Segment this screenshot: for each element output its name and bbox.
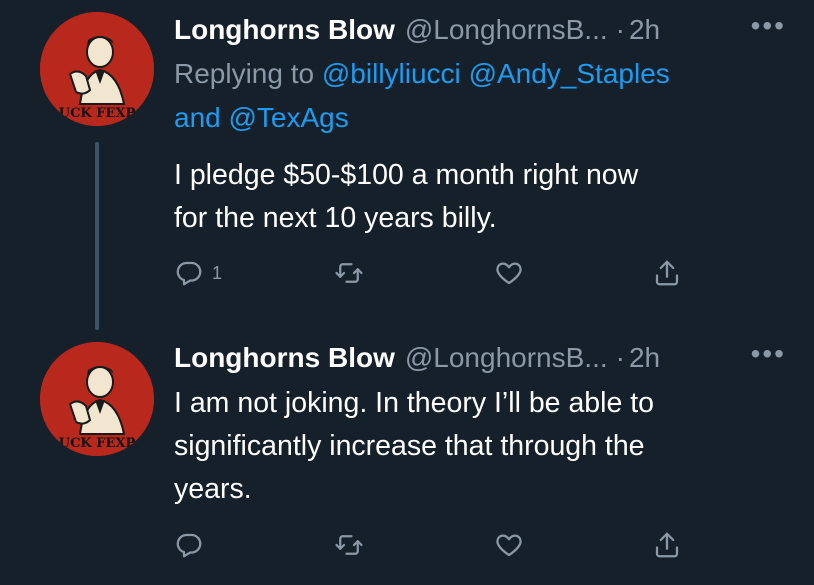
avatar[interactable]: UCK FEXP (40, 12, 154, 126)
handle[interactable]: @LonghornsB... (405, 342, 608, 374)
avatar[interactable]: UCK FEXP (40, 342, 154, 456)
retweet-button[interactable] (334, 527, 364, 563)
and-word: and (174, 102, 221, 133)
separator-dot: · (615, 14, 625, 45)
mention-link[interactable]: @TexAgs (229, 102, 349, 133)
avatar-image: UCK FEXP (40, 342, 154, 456)
separator-dot: · (615, 342, 625, 373)
tweet-header: Longhorns Blow @LonghornsB... · 2h (174, 340, 660, 376)
action-bar: 1 (174, 255, 694, 291)
heart-icon (496, 262, 522, 285)
handle[interactable]: @LonghornsB... (405, 14, 608, 46)
action-bar (174, 527, 694, 563)
heart-icon (496, 534, 522, 557)
tweet-text-line: for the next 10 years billy. (174, 202, 497, 234)
share-button[interactable] (652, 255, 682, 291)
share-icon (655, 532, 679, 558)
tweet-text-line: I am not joking. In theory I’ll be able … (174, 387, 655, 419)
tweet-text-line: I pledge $50-$100 a month right now (174, 159, 639, 191)
reply-icon (176, 533, 202, 558)
reply-button[interactable] (174, 527, 212, 563)
reply-icon (176, 261, 202, 286)
avatar-caption: UCK FEXP (59, 436, 136, 451)
timestamp[interactable]: 2h (629, 14, 660, 46)
replying-to: Replying to @billyliucci @Andy_Staples a… (174, 52, 774, 140)
like-button[interactable] (494, 255, 524, 291)
retweet-icon (335, 535, 363, 555)
reply-button[interactable]: 1 (174, 255, 222, 291)
mention-link[interactable]: @billyliucci (322, 58, 461, 89)
retweet-icon (335, 263, 363, 283)
tweet-text: I am not joking. In theory I’ll be able … (174, 382, 784, 511)
tweet-text-line: significantly increase that through the (174, 430, 645, 462)
timestamp[interactable]: 2h (629, 342, 660, 374)
tweet-text: I pledge $50-$100 a month right now for … (174, 154, 784, 240)
tweet-text-line: years. (174, 473, 252, 505)
display-name[interactable]: Longhorns Blow (174, 14, 395, 46)
share-button[interactable] (652, 527, 682, 563)
more-options-icon[interactable]: ••• (751, 10, 786, 42)
replying-label: Replying to (174, 58, 315, 89)
mention-link[interactable]: @Andy_Staples (469, 58, 670, 89)
tweet-header: Longhorns Blow @LonghornsB... · 2h (174, 12, 660, 48)
more-options-icon[interactable]: ••• (751, 338, 786, 370)
avatar-image: UCK FEXP (40, 12, 154, 126)
share-icon (655, 260, 679, 286)
thread-line (95, 142, 99, 330)
display-name[interactable]: Longhorns Blow (174, 342, 395, 374)
tweet-1[interactable]: UCK FEXP Longhorns Blow @LonghornsB... ·… (0, 0, 814, 330)
like-button[interactable] (494, 527, 524, 563)
retweet-button[interactable] (334, 255, 364, 291)
reply-count: 1 (212, 262, 223, 283)
tweet-2[interactable]: UCK FEXP Longhorns Blow @LonghornsB... ·… (0, 330, 814, 585)
avatar-caption: UCK FEXP (59, 106, 136, 121)
